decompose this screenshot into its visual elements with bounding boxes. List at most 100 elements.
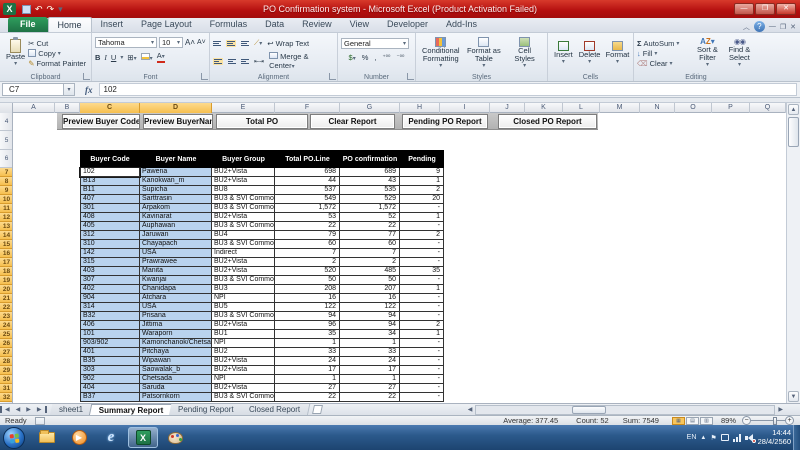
cell-total-po-line[interactable]: 24	[275, 357, 340, 366]
cell-pending[interactable]: -	[400, 384, 444, 393]
cell-pending[interactable]: 20	[400, 195, 444, 204]
number-dialog-launcher[interactable]	[407, 73, 414, 80]
column-header[interactable]: M	[600, 103, 640, 113]
alignment-dialog-launcher[interactable]	[329, 73, 336, 80]
cell-total-po-line[interactable]: 1,572	[275, 204, 340, 213]
ribbon-tab[interactable]: Insert	[92, 17, 133, 32]
row-header[interactable]: 31	[0, 384, 13, 393]
cell-buyer-name[interactable]: Waraporn	[140, 330, 212, 339]
zoom-out-icon[interactable]: −	[742, 416, 751, 425]
cell-po-confirmation[interactable]: 94	[340, 312, 400, 321]
row-header[interactable]: 12	[0, 213, 13, 222]
cell-buyer-code[interactable]: 407	[80, 195, 140, 204]
cell-buyer-group[interactable]: Indirect	[212, 249, 275, 258]
cell-buyer-group[interactable]: BU2+Vista	[212, 366, 275, 375]
cell-buyer-code[interactable]: 401	[80, 348, 140, 357]
clear-button[interactable]: ⌫ Clear▾	[637, 59, 691, 68]
cell-pending[interactable]: -	[400, 222, 444, 231]
network-icon[interactable]	[733, 434, 741, 442]
cell-pending[interactable]: -	[400, 258, 444, 267]
macro-button[interactable]: Clear Report	[310, 114, 395, 129]
align-center-icon[interactable]	[228, 59, 236, 64]
cell-pending[interactable]: 2	[400, 231, 444, 240]
cell-buyer-name[interactable]: Saruda	[140, 384, 212, 393]
tray-expand-icon[interactable]: ▲	[700, 435, 706, 441]
cell-po-confirmation[interactable]: 1,572	[340, 204, 400, 213]
cell-buyer-code[interactable]: 402	[80, 285, 140, 294]
cell-total-po-line[interactable]: 208	[275, 285, 340, 294]
row-header[interactable]: 23	[0, 312, 13, 321]
cell-buyer-name[interactable]: Pitchaya	[140, 348, 212, 357]
cut-button[interactable]: ✂Cut	[28, 39, 86, 48]
row-header[interactable]: 5	[0, 131, 13, 150]
clipboard-dialog-launcher[interactable]	[83, 73, 90, 80]
prev-sheet-icon[interactable]: ◀	[13, 406, 24, 413]
name-box-dropdown-icon[interactable]: ▾	[64, 83, 75, 96]
fill-color-icon[interactable]: ▾	[141, 53, 153, 62]
workbook-close-icon[interactable]: ✕	[790, 23, 796, 31]
column-header[interactable]: B	[55, 103, 80, 113]
row-header[interactable]: 29	[0, 366, 13, 375]
cell-po-confirmation[interactable]: 94	[340, 321, 400, 330]
sheet-tab[interactable]: Summary Report	[88, 404, 173, 416]
cell-buyer-name[interactable]: Sarttrasin	[140, 195, 212, 204]
cell-buyer-code[interactable]: B13	[80, 177, 140, 186]
row-header[interactable]: 32	[0, 393, 13, 402]
cell-buyer-group[interactable]: BU3 & SVI Common	[212, 393, 275, 402]
ribbon-tab[interactable]: Page Layout	[132, 17, 201, 32]
excel-taskbar-button[interactable]: X	[128, 427, 158, 448]
power-icon[interactable]	[721, 434, 729, 441]
cell-pending[interactable]: 1	[400, 213, 444, 222]
cell-total-po-line[interactable]: 1	[275, 339, 340, 348]
workbook-restore-icon[interactable]: ❐	[780, 23, 786, 31]
clock[interactable]: 14:44 28/4/2560	[758, 429, 791, 446]
cell-buyer-group[interactable]: BU3 & SVI Common	[212, 276, 275, 285]
scroll-right-icon[interactable]: ▶	[775, 406, 786, 413]
cell-total-po-line[interactable]: 50	[275, 276, 340, 285]
minimize-button[interactable]: —	[734, 3, 754, 15]
last-sheet-icon[interactable]: ▶	[34, 406, 47, 413]
cell-po-confirmation[interactable]: 34	[340, 330, 400, 339]
cell-buyer-group[interactable]: BU3 & SVI Common	[212, 204, 275, 213]
ribbon-tab[interactable]: Review	[293, 17, 341, 32]
row-header[interactable]: 25	[0, 330, 13, 339]
cell-pending[interactable]: -	[400, 294, 444, 303]
cell-buyer-name[interactable]: Kanokwan_m	[140, 177, 212, 186]
table-column-header[interactable]: PO confirmation	[340, 150, 400, 168]
column-header[interactable]: G	[340, 103, 400, 113]
table-column-header[interactable]: Buyer Group	[212, 150, 275, 168]
cell-po-confirmation[interactable]: 122	[340, 303, 400, 312]
row-header[interactable]: 8	[0, 177, 13, 186]
row-header[interactable]: 4	[0, 113, 13, 131]
border-icon[interactable]: ⊞▾	[127, 53, 136, 62]
row-header[interactable]: 14	[0, 231, 13, 240]
italic-button[interactable]: I	[104, 53, 107, 62]
row-header[interactable]: 15	[0, 240, 13, 249]
cell-total-po-line[interactable]: 22	[275, 222, 340, 231]
cell-buyer-group[interactable]: BU2+Vista	[212, 258, 275, 267]
cell-buyer-group[interactable]: BU3 & SVI Common	[212, 240, 275, 249]
cell-buyer-group[interactable]: BU2+Vista	[212, 168, 275, 177]
cell-buyer-group[interactable]: BU3 & SVI Common	[212, 312, 275, 321]
macro-button[interactable]: Total PO	[216, 114, 308, 129]
macro-button[interactable]: Pending PO Report	[402, 114, 488, 129]
cell-pending[interactable]: -	[400, 240, 444, 249]
cell-buyer-code[interactable]: 301	[80, 204, 140, 213]
sheet-tab[interactable]: Closed Report	[239, 404, 310, 416]
cell-buyer-name[interactable]: Chayapach	[140, 240, 212, 249]
horizontal-scrollbar[interactable]: ◀ ▶	[465, 404, 786, 416]
cell-pending[interactable]: 35	[400, 267, 444, 276]
vertical-scrollbar[interactable]: ▲ ▼	[786, 103, 800, 403]
cell-po-confirmation[interactable]: 689	[340, 168, 400, 177]
cell-po-confirmation[interactable]: 7	[340, 249, 400, 258]
column-header[interactable]: N	[640, 103, 675, 113]
cell-buyer-group[interactable]: BU3 & SVI Common	[212, 195, 275, 204]
row-header[interactable]: 17	[0, 258, 13, 267]
restore-button[interactable]: ❐	[755, 3, 775, 15]
table-column-header[interactable]: Total PO.Line	[275, 150, 340, 168]
cell-po-confirmation[interactable]: 52	[340, 213, 400, 222]
cell-total-po-line[interactable]: 96	[275, 321, 340, 330]
cell-buyer-group[interactable]: BU8	[212, 186, 275, 195]
cell-pending[interactable]: 2	[400, 321, 444, 330]
font-color-icon[interactable]: A▾	[157, 52, 165, 63]
